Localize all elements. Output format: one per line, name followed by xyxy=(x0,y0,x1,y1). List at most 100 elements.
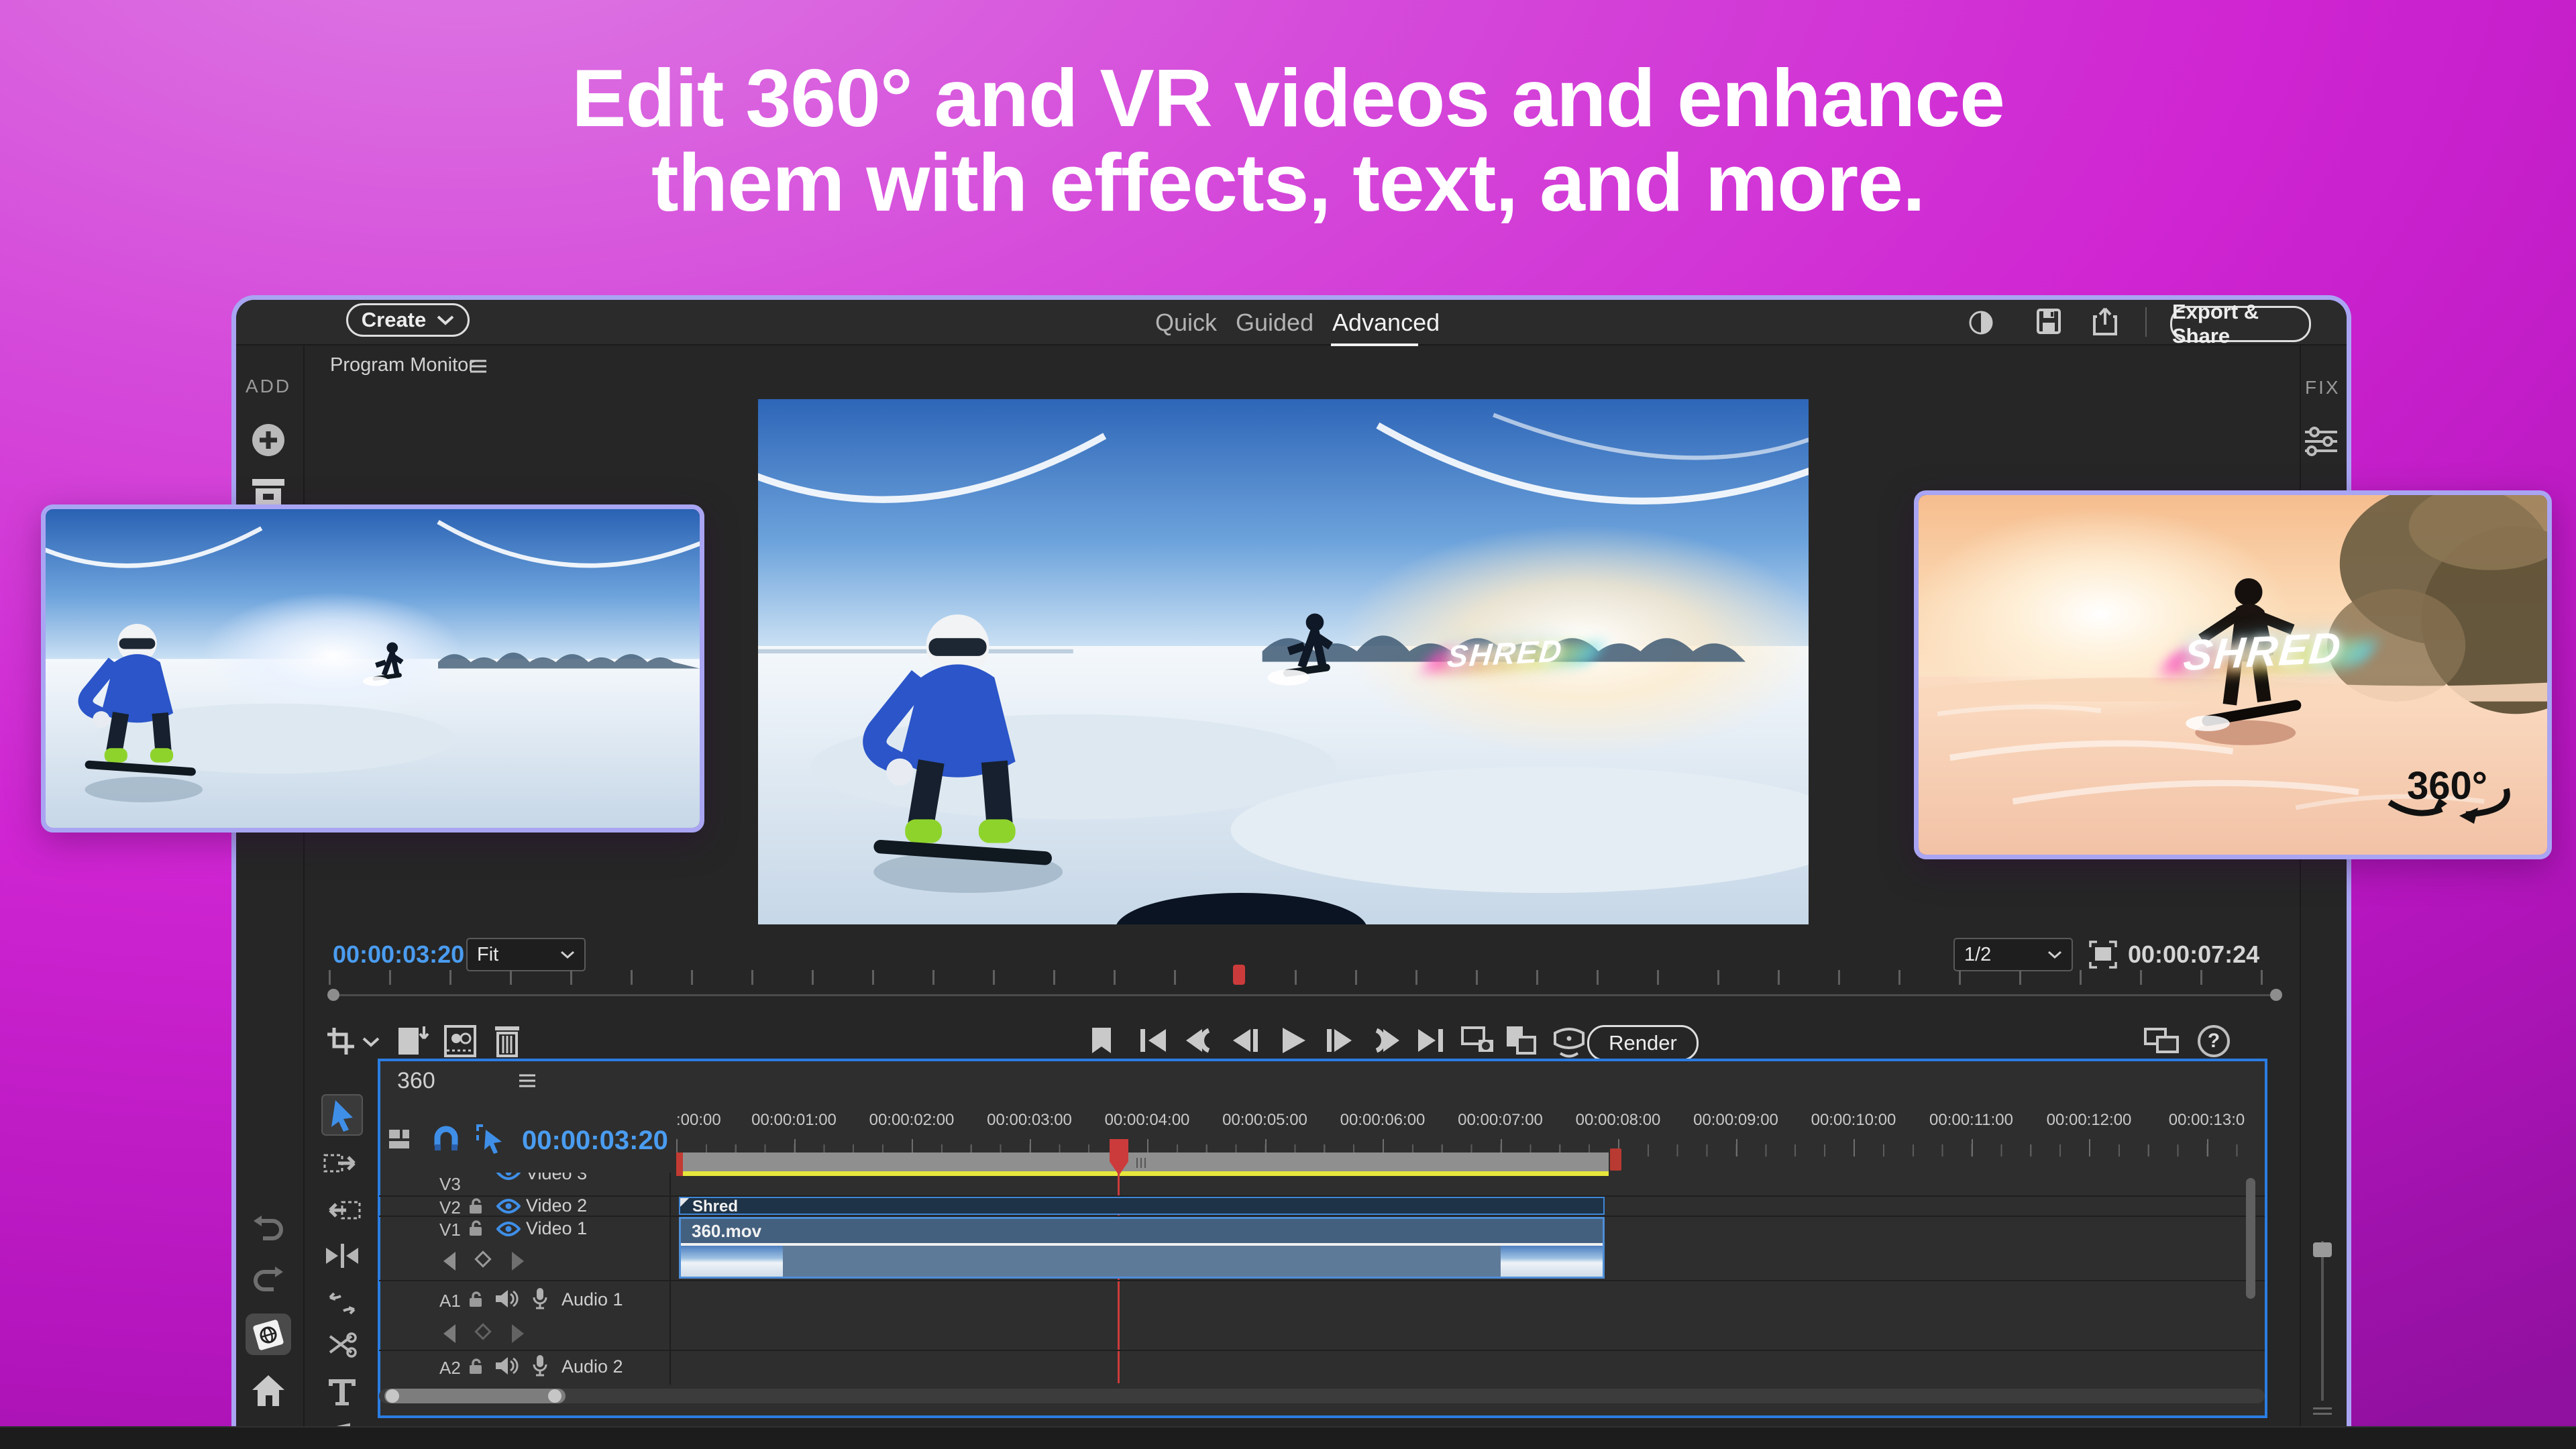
go-to-start-button[interactable] xyxy=(1139,1028,1167,1053)
flag-marker-button[interactable] xyxy=(1089,1026,1114,1055)
timeline-tab-360[interactable]: 360 xyxy=(397,1068,435,1094)
contrast-icon[interactable] xyxy=(1968,310,1994,335)
mic-icon[interactable] xyxy=(532,1354,548,1377)
adjust-sliders-icon[interactable] xyxy=(2304,424,2339,459)
work-area-grip[interactable] xyxy=(1144,1158,1146,1168)
add-media-button[interactable] xyxy=(251,423,286,458)
h-scrollbar-thumb[interactable] xyxy=(384,1389,566,1403)
keyframe-prev-button[interactable] xyxy=(443,1252,455,1271)
visibility-eye-icon[interactable] xyxy=(496,1173,521,1181)
slip-tool[interactable] xyxy=(325,1289,360,1319)
help-button[interactable]: ? xyxy=(2198,1025,2230,1057)
track-height-slider[interactable] xyxy=(2321,1241,2324,1401)
page-dropdown[interactable]: 1/2 xyxy=(1953,938,2073,971)
keyframe-next-button[interactable] xyxy=(512,1252,524,1271)
visibility-eye-icon[interactable] xyxy=(496,1198,521,1214)
work-area-grip[interactable] xyxy=(1136,1158,1138,1168)
save-icon[interactable] xyxy=(2037,309,2061,334)
visibility-eye-icon[interactable] xyxy=(496,1221,521,1237)
keyframe-next-button[interactable] xyxy=(512,1324,524,1343)
scrub-handle-left[interactable] xyxy=(327,989,339,1001)
keyframe-add-diamond[interactable] xyxy=(474,1323,491,1340)
track-v2-name[interactable]: Video 2 xyxy=(526,1195,587,1216)
filmstrip-button[interactable] xyxy=(444,1025,476,1057)
tab-advanced[interactable]: Advanced xyxy=(1332,309,1440,337)
frame-grab-button[interactable] xyxy=(1461,1025,1495,1057)
razor-scissors-tool[interactable] xyxy=(326,1332,358,1362)
mic-icon[interactable] xyxy=(532,1287,548,1309)
timeline-menu-icon[interactable] xyxy=(518,1073,537,1088)
keyframe-add-diamond[interactable] xyxy=(474,1250,491,1267)
create-label: Create xyxy=(362,308,427,332)
track-v3-name[interactable]: Video 3 xyxy=(526,1173,587,1184)
redo-icon[interactable] xyxy=(250,1267,287,1297)
clip-shred[interactable]: Shred xyxy=(679,1197,1605,1215)
monitor-shred-overlay: SHRED xyxy=(1446,633,1564,675)
step-back-button[interactable] xyxy=(1232,1028,1260,1053)
scrub-handle-right[interactable] xyxy=(2270,989,2282,1001)
step-forward-button[interactable] xyxy=(1326,1028,1354,1053)
scrub-ticks[interactable] xyxy=(329,970,2281,985)
fit-dropdown[interactable]: Fit xyxy=(466,938,586,971)
monitor-menu-icon[interactable] xyxy=(470,359,487,374)
fullscreen-icon[interactable] xyxy=(2089,941,2117,969)
keyframe-prev-button[interactable] xyxy=(443,1324,455,1343)
undo-icon[interactable] xyxy=(250,1216,287,1246)
duplicate-film-button[interactable] xyxy=(1505,1025,1539,1057)
fast-forward-button[interactable] xyxy=(1370,1028,1401,1053)
layout-grid-icon[interactable] xyxy=(388,1128,415,1152)
h-scrollbar-handle-right[interactable] xyxy=(548,1389,561,1403)
lock-open-icon[interactable] xyxy=(468,1220,483,1237)
timeline-horizontal-scrollbar[interactable] xyxy=(379,1389,2265,1403)
speaker-icon[interactable] xyxy=(494,1288,519,1309)
trim-tool[interactable] xyxy=(323,1242,361,1269)
video-viewport[interactable]: SHRED xyxy=(758,399,1809,924)
work-area-bar[interactable] xyxy=(676,1152,1609,1171)
row-border xyxy=(379,1280,2265,1281)
track-a2-name[interactable]: Audio 2 xyxy=(561,1356,623,1377)
speaker-icon[interactable] xyxy=(494,1355,519,1377)
ruler-label: 00:00:13:0 xyxy=(2169,1111,2245,1130)
clip-360mov[interactable]: 360.mov xyxy=(679,1217,1605,1279)
timeline-vertical-scrollbar[interactable] xyxy=(2246,1178,2255,1299)
render-button[interactable]: Render xyxy=(1587,1025,1699,1061)
scrub-playhead[interactable] xyxy=(1233,965,1245,985)
sticker-360-button[interactable] xyxy=(246,1313,291,1355)
preview-card-right[interactable]: SHRED 360° xyxy=(1914,490,2552,859)
crop-options-chevron-icon[interactable] xyxy=(362,1037,380,1047)
tab-quick[interactable]: Quick xyxy=(1155,309,1217,337)
rewind-button[interactable] xyxy=(1185,1028,1216,1053)
extract-frame-button[interactable] xyxy=(396,1025,431,1057)
dual-monitor-button[interactable] xyxy=(2144,1026,2179,1056)
work-area-end-marker[interactable] xyxy=(1610,1148,1621,1171)
play-button[interactable] xyxy=(1280,1026,1307,1055)
lock-open-icon[interactable] xyxy=(468,1197,483,1215)
home-button[interactable] xyxy=(250,1373,287,1407)
track-select-forward-tool[interactable] xyxy=(323,1151,361,1175)
track-height-slider-handle[interactable] xyxy=(2313,1242,2332,1257)
tab-guided[interactable]: Guided xyxy=(1236,309,1313,337)
preview-card-left[interactable] xyxy=(41,504,704,833)
h-scrollbar-handle-left[interactable] xyxy=(386,1389,399,1403)
go-to-end-button[interactable] xyxy=(1417,1028,1445,1053)
share-icon[interactable] xyxy=(2092,306,2118,335)
timeline-timecode[interactable]: 00:00:03:20 xyxy=(522,1126,668,1156)
selection-tool[interactable] xyxy=(321,1093,364,1136)
lock-open-icon[interactable] xyxy=(468,1358,483,1375)
lock-open-icon[interactable] xyxy=(468,1291,483,1308)
crop-tool-button[interactable] xyxy=(326,1026,356,1056)
delete-button[interactable] xyxy=(492,1025,522,1057)
vr-view-button[interactable] xyxy=(1551,1025,1587,1059)
export-share-button[interactable]: Export & Share xyxy=(2170,306,2311,342)
type-tool[interactable] xyxy=(326,1377,358,1406)
create-button[interactable]: Create xyxy=(346,303,470,337)
track-a1-name[interactable]: Audio 1 xyxy=(561,1289,623,1310)
monitor-current-timecode[interactable]: 00:00:03:20 xyxy=(333,941,464,969)
clip-thumbnail xyxy=(1501,1246,1603,1277)
work-area-grip[interactable] xyxy=(1140,1158,1142,1168)
marker-cursor-icon[interactable] xyxy=(475,1124,506,1155)
track-select-backward-tool[interactable] xyxy=(323,1198,361,1222)
scrub-track[interactable] xyxy=(329,994,2281,996)
snap-magnet-icon[interactable] xyxy=(432,1126,460,1154)
track-v1-name[interactable]: Video 1 xyxy=(526,1218,587,1239)
